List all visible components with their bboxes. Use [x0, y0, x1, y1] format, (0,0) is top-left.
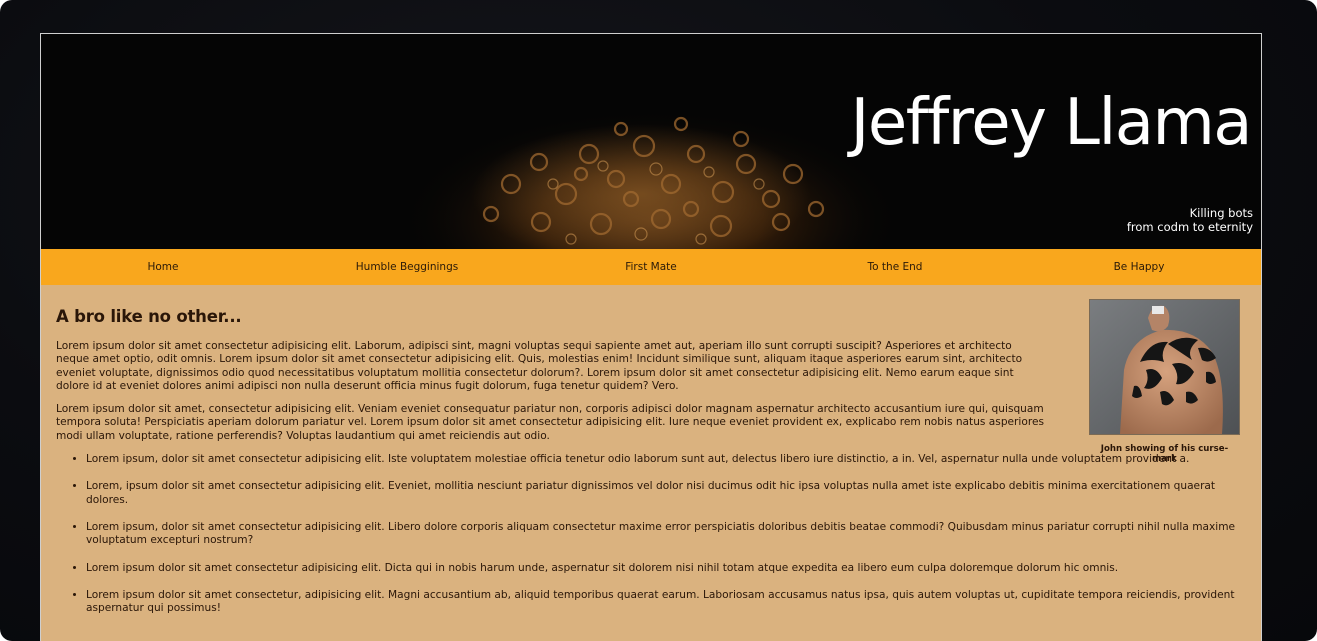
- tagline-line-2: from codm to eternity: [1126, 219, 1253, 234]
- tattoo-photo: [1089, 299, 1240, 435]
- list-item: Lorem ipsum dolor sit amet consectetur, …: [86, 589, 1247, 616]
- tattoo-figure: John showing of his curse-mark: [1089, 299, 1240, 464]
- list-item: Lorem, ipsum dolor sit amet consectetur …: [86, 480, 1247, 507]
- main-content: John showing of his curse-mark A bro lik…: [41, 285, 1261, 615]
- webpage: Jeffrey Llama Killing bots from codm to …: [40, 33, 1262, 641]
- nav-link-be-happy[interactable]: Be Happy: [1017, 249, 1261, 285]
- site-title: Jeffrey Llama: [850, 86, 1252, 160]
- tagline-line-1: Killing bots: [1189, 206, 1253, 220]
- hero-banner: Jeffrey Llama Killing bots from codm to …: [41, 34, 1261, 249]
- list-item: Lorem ipsum dolor sit amet consectetur a…: [86, 562, 1247, 575]
- browser-window: Jeffrey Llama Killing bots from codm to …: [0, 0, 1317, 641]
- nav-link-home[interactable]: Home: [41, 249, 285, 285]
- nav-link-first-mate[interactable]: First Mate: [529, 249, 773, 285]
- nav-link-to-the-end[interactable]: To the End: [773, 249, 1017, 285]
- paragraph-2: Lorem ipsum dolor sit amet, consectetur …: [56, 403, 1044, 442]
- section-heading: A bro like no other...: [56, 307, 242, 326]
- main-nav: Home Humble Begginings First Mate To the…: [41, 249, 1261, 285]
- site-tagline: Killing bots from codm to eternity: [1126, 206, 1253, 234]
- list-item: Lorem ipsum, dolor sit amet consectetur …: [86, 453, 1247, 466]
- list-item: Lorem ipsum, dolor sit amet consectetur …: [86, 521, 1247, 548]
- nav-link-humble-beginnings[interactable]: Humble Begginings: [285, 249, 529, 285]
- paragraph-1: Lorem ipsum dolor sit amet consectetur a…: [56, 340, 1023, 392]
- figure-caption: John showing of his curse-mark: [1100, 444, 1229, 464]
- bullet-list: Lorem ipsum, dolor sit amet consectetur …: [56, 453, 1247, 615]
